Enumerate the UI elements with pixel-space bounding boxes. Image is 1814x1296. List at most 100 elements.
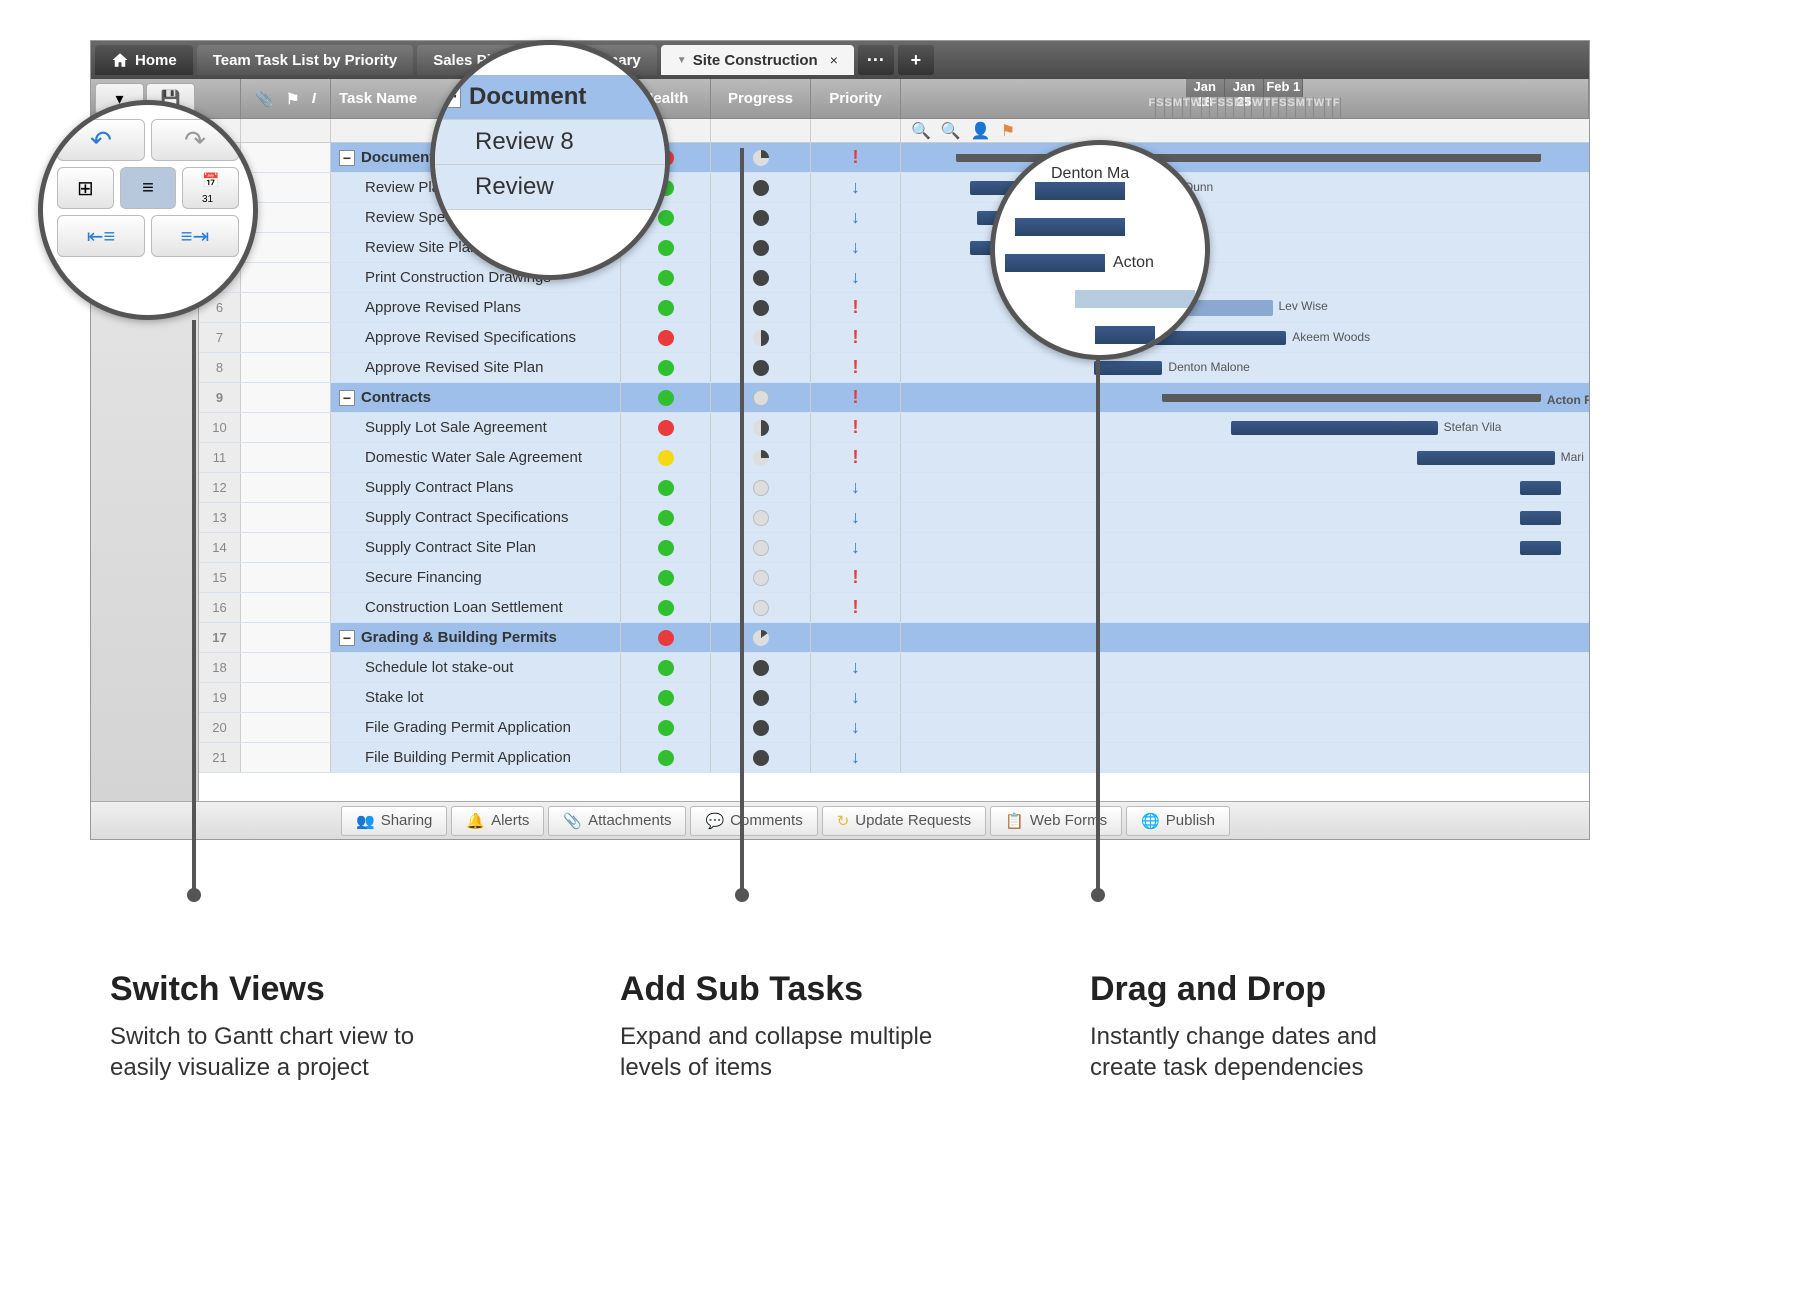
priority-cell[interactable]: ↓ <box>811 713 901 742</box>
health-cell[interactable] <box>621 623 711 652</box>
progress-cell[interactable] <box>711 623 811 652</box>
flag-small-icon[interactable]: ⚑ <box>1001 121 1015 141</box>
task-row[interactable]: 7Approve Revised Specifications!Akeem Wo… <box>199 323 1589 353</box>
priority-cell[interactable]: ! <box>811 593 901 622</box>
comments-button[interactable]: 💬Comments <box>690 806 817 836</box>
task-row[interactable]: 8Approve Revised Site Plan!Denton Malone <box>199 353 1589 383</box>
gantt-cell[interactable] <box>901 713 1589 742</box>
health-cell[interactable] <box>621 683 711 712</box>
gantt-bar[interactable] <box>1520 481 1561 495</box>
priority-cell[interactable]: ! <box>811 143 901 172</box>
task-name-cell[interactable]: Construction Loan Settlement <box>331 593 621 622</box>
zoom-out-icon[interactable]: 🔍 <box>911 121 931 141</box>
task-row[interactable]: 13Supply Contract Specifications↓ <box>199 503 1589 533</box>
health-cell[interactable] <box>621 533 711 562</box>
gantt-cell[interactable] <box>901 683 1589 712</box>
task-name-cell[interactable]: Approve Revised Site Plan <box>331 353 621 382</box>
progress-cell[interactable] <box>711 683 811 712</box>
progress-cell[interactable] <box>711 353 811 382</box>
gantt-cell[interactable]: Denton Malone <box>901 353 1589 382</box>
progress-cell[interactable] <box>711 743 811 772</box>
progress-cell[interactable] <box>711 563 811 592</box>
task-row[interactable]: 20File Grading Permit Application↓ <box>199 713 1589 743</box>
progress-cell[interactable] <box>711 533 811 562</box>
gantt-bar[interactable]: Denton Malone <box>1094 361 1163 375</box>
update-requests-button[interactable]: ↻Update Requests <box>822 806 986 836</box>
task-row[interactable]: 4Review Site Plan↓Denton Malone <box>199 233 1589 263</box>
gantt-cell[interactable] <box>901 533 1589 562</box>
task-name-cell[interactable]: File Grading Permit Application <box>331 713 621 742</box>
priority-cell[interactable]: ↓ <box>811 233 901 262</box>
task-name-cell[interactable]: File Building Permit Application <box>331 743 621 772</box>
health-cell[interactable] <box>621 293 711 322</box>
priority-cell[interactable]: ↓ <box>811 263 901 292</box>
health-cell[interactable] <box>621 323 711 352</box>
gantt-cell[interactable] <box>901 623 1589 652</box>
priority-cell[interactable]: ↓ <box>811 173 901 202</box>
task-name-cell[interactable]: Supply Lot Sale Agreement <box>331 413 621 442</box>
task-name-cell[interactable]: −Contracts <box>331 383 621 412</box>
progress-cell[interactable] <box>711 233 811 262</box>
group-row[interactable]: 9−Contracts!Acton R. Sheppard <box>199 383 1589 413</box>
task-name-cell[interactable]: −Grading & Building Permits <box>331 623 621 652</box>
health-cell[interactable] <box>621 503 711 532</box>
health-cell[interactable] <box>621 383 711 412</box>
progress-cell[interactable] <box>711 443 811 472</box>
progress-cell[interactable] <box>711 593 811 622</box>
gantt-cell[interactable] <box>901 503 1589 532</box>
priority-cell[interactable]: ! <box>811 383 901 412</box>
priority-cell[interactable]: ↓ <box>811 533 901 562</box>
tab-add-button[interactable]: + <box>898 45 934 75</box>
priority-cell[interactable]: ↓ <box>811 473 901 502</box>
progress-cell[interactable] <box>711 293 811 322</box>
task-row[interactable]: 10Supply Lot Sale Agreement!Stefan Vila <box>199 413 1589 443</box>
task-name-cell[interactable]: Stake lot <box>331 683 621 712</box>
gantt-bar[interactable] <box>1520 541 1561 555</box>
progress-cell[interactable] <box>711 203 811 232</box>
task-name-cell[interactable]: Domestic Water Sale Agreement <box>331 443 621 472</box>
task-row[interactable]: 18Schedule lot stake-out↓ <box>199 653 1589 683</box>
gantt-bar[interactable]: Acton R. Sheppard <box>1162 394 1540 402</box>
gantt-cell[interactable]: Stefan Vila <box>901 413 1589 442</box>
gantt-cell[interactable] <box>901 563 1589 592</box>
progress-cell[interactable] <box>711 413 811 442</box>
gantt-cell[interactable] <box>901 653 1589 682</box>
task-row[interactable]: 14Supply Contract Site Plan↓ <box>199 533 1589 563</box>
task-row[interactable]: 19Stake lot↓ <box>199 683 1589 713</box>
gantt-cell[interactable] <box>901 593 1589 622</box>
task-row[interactable]: 3Review Specifications↓Oscar Z. Everett <box>199 203 1589 233</box>
health-cell[interactable] <box>621 413 711 442</box>
gantt-cell[interactable] <box>901 143 1589 172</box>
tab-site-construction[interactable]: ▼ Site Construction × <box>661 45 854 75</box>
task-row[interactable]: 6Approve Revised Plans!Lev Wise <box>199 293 1589 323</box>
priority-cell[interactable] <box>811 623 901 652</box>
task-row[interactable]: 11Domestic Water Sale Agreement!Mari <box>199 443 1589 473</box>
collapse-icon[interactable]: − <box>339 630 355 646</box>
collapse-icon[interactable]: − <box>339 390 355 406</box>
progress-cell[interactable] <box>711 653 811 682</box>
tab-home[interactable]: Home <box>95 45 193 75</box>
task-row[interactable]: 15Secure Financing! <box>199 563 1589 593</box>
collapse-icon[interactable]: − <box>339 150 355 166</box>
task-row[interactable]: 21File Building Permit Application↓ <box>199 743 1589 773</box>
progress-cell[interactable] <box>711 263 811 292</box>
health-cell[interactable] <box>621 593 711 622</box>
progress-cell[interactable] <box>711 143 811 172</box>
priority-cell[interactable]: ↓ <box>811 653 901 682</box>
priority-cell[interactable]: ! <box>811 563 901 592</box>
task-name-cell[interactable]: Supply Contract Specifications <box>331 503 621 532</box>
group-row[interactable]: 17−Grading & Building Permits <box>199 623 1589 653</box>
progress-cell[interactable] <box>711 323 811 352</box>
gantt-bar[interactable] <box>1520 511 1561 525</box>
group-row[interactable]: 1−Document Review! <box>199 143 1589 173</box>
publish-button[interactable]: 🌐Publish <box>1126 806 1230 836</box>
task-row[interactable]: 2Review Plans↓Hadassah Dunn <box>199 173 1589 203</box>
health-cell[interactable] <box>621 713 711 742</box>
priority-cell[interactable]: ! <box>811 413 901 442</box>
progress-cell[interactable] <box>711 503 811 532</box>
health-cell[interactable] <box>621 743 711 772</box>
health-cell[interactable] <box>621 563 711 592</box>
health-cell[interactable] <box>621 353 711 382</box>
gantt-bar[interactable]: Mari <box>1417 451 1555 465</box>
priority-cell[interactable]: ↓ <box>811 743 901 772</box>
